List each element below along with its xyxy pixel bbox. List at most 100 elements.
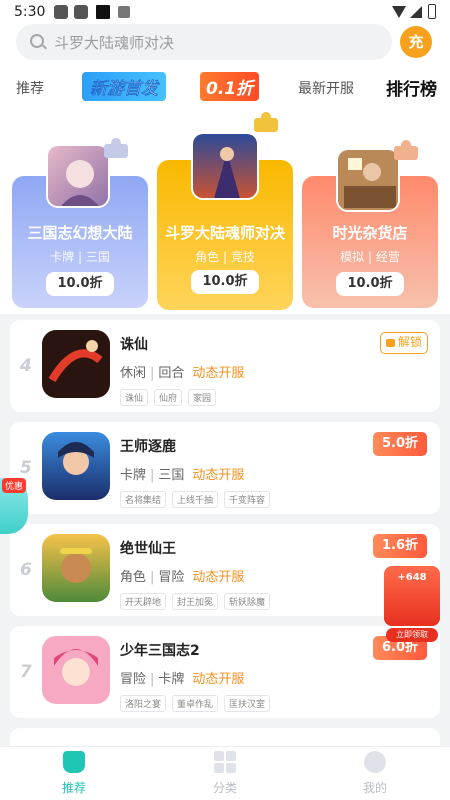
- list-item[interactable]: 5 王师逐鹿 卡牌 | 三国 动态开服 名将集结 上线千抽 千变阵容 5.0折: [10, 422, 440, 514]
- red-packet-claim-button[interactable]: 立即领取: [386, 628, 438, 642]
- tag-chips: 名将集结 上线千抽 千变阵容: [120, 488, 276, 508]
- podium-discount: 10.0折: [336, 272, 404, 296]
- tag-chip: 诛仙: [120, 389, 149, 406]
- tag-chip: 董卓作乱: [172, 695, 219, 712]
- tag-chips: 洛阳之宴 董卓作乱 匡扶汉室: [120, 692, 276, 712]
- crown-silver-icon: [102, 136, 130, 160]
- genre-label: 回合: [158, 366, 185, 381]
- tab-discount[interactable]: 0.1折: [200, 72, 260, 101]
- list-item[interactable]: 6 绝世仙王 角色 | 冒险 动态开服 开天辟地 封王加冕 斩妖除魔 1.6折: [10, 524, 440, 616]
- open-server-label: 动态开服: [192, 366, 245, 381]
- podium-title: 斗罗大陆魂师对决: [164, 224, 285, 242]
- tab-latest-servers[interactable]: 最新开服: [298, 78, 354, 98]
- genre-label: 卡牌: [120, 468, 147, 483]
- open-server-label: 动态开服: [192, 468, 245, 483]
- rank-number: 6: [20, 560, 32, 580]
- tag-chip: 上线千抽: [172, 491, 219, 508]
- game-icon: [336, 148, 400, 212]
- app-notification-icon: [74, 5, 88, 19]
- tag-chip: 洛阳之宴: [120, 695, 167, 712]
- game-icon: [42, 636, 110, 704]
- unlock-button[interactable]: 解锁: [380, 332, 428, 354]
- tag-chip: 斩妖除魔: [224, 593, 271, 610]
- nav-category[interactable]: 分类: [195, 751, 255, 796]
- game-icon: [191, 132, 259, 200]
- game-meta: 卡牌 | 三国 动态开服: [120, 468, 245, 483]
- genre-label: 冒险: [120, 672, 147, 687]
- game-name: 诛仙: [120, 337, 148, 353]
- search-placeholder: 斗罗大陆魂师对决: [54, 34, 175, 52]
- podium-tags: 卡牌 | 三国: [50, 250, 110, 264]
- game-name: 王师逐鹿: [120, 439, 176, 455]
- list-item[interactable]: 4 诛仙 休闲 | 回合 动态开服 诛仙 仙府 家园 解锁: [10, 320, 440, 412]
- battery-icon: [428, 4, 436, 19]
- tab-ranking[interactable]: 排行榜: [386, 75, 437, 100]
- tag-chip: 匡扶汉室: [224, 695, 271, 712]
- genre-label: 卡牌: [158, 672, 185, 687]
- game-name: 少年三国志2: [120, 643, 200, 659]
- open-server-label: 动态开服: [192, 672, 245, 687]
- wifi-icon: [392, 6, 406, 18]
- podium-discount: 10.0折: [191, 270, 259, 294]
- tag-chip: 开天辟地: [120, 593, 167, 610]
- game-meta: 休闲 | 回合 动态开服: [120, 366, 245, 381]
- game-meta: 角色 | 冒险 动态开服: [120, 570, 245, 585]
- top-tabs: 推荐 新游首发 0.1折 最新开服 排行榜: [0, 70, 450, 106]
- search-bar[interactable]: 斗罗大陆魂师对决: [16, 24, 392, 60]
- genre-label: 冒险: [158, 570, 185, 585]
- status-time: 5:30: [14, 4, 46, 20]
- user-icon: [364, 751, 386, 773]
- list-item[interactable]: 7 少年三国志2 冒险 | 卡牌 动态开服 洛阳之宴 董卓作乱 匡扶汉室 6.0折: [10, 626, 440, 718]
- promo-float-button[interactable]: 优惠: [0, 478, 28, 534]
- podium-tags: 角色 | 竞技: [195, 250, 255, 264]
- tab-new-games[interactable]: 新游首发: [82, 72, 166, 101]
- crown-bronze-icon: [392, 138, 420, 162]
- promo-tag: 优惠: [2, 478, 27, 493]
- game-icon: [42, 534, 110, 602]
- discount-button[interactable]: 5.0折: [373, 432, 427, 456]
- grid-icon: [214, 751, 236, 773]
- font-notification-icon: [118, 6, 130, 18]
- genre-label: 角色: [120, 570, 147, 585]
- podium-tags: 模拟 | 经营: [340, 250, 400, 264]
- charge-button[interactable]: 充: [400, 26, 432, 58]
- nav-profile[interactable]: 我的: [345, 751, 405, 796]
- unlock-label: 解锁: [397, 335, 422, 349]
- signal-icon: [410, 6, 422, 18]
- discount-button[interactable]: 1.6折: [373, 534, 427, 558]
- open-server-label: 动态开服: [192, 570, 245, 585]
- tag-chip: 家园: [188, 389, 217, 406]
- rank-number: 5: [20, 458, 32, 478]
- game-icon: [42, 330, 110, 398]
- podium-title: 三国志幻想大陆: [27, 224, 133, 242]
- nav-label: 推荐: [61, 781, 86, 795]
- app-notification-icon: [96, 5, 110, 19]
- game-name: 绝世仙王: [120, 541, 176, 557]
- rank-number: 4: [20, 356, 32, 376]
- app-notification-icon: [54, 5, 68, 19]
- genre-label: 休闲: [120, 366, 147, 381]
- status-bar: 5:30: [0, 0, 450, 24]
- game-meta: 冒险 | 卡牌 动态开服: [120, 672, 245, 687]
- red-packet-float[interactable]: +648 立即领取: [384, 566, 440, 642]
- nav-label: 我的: [362, 781, 387, 795]
- tag-chip: 名将集结: [120, 491, 167, 508]
- tag-chips: 诛仙 仙府 家园: [120, 386, 222, 406]
- tag-chips: 开天辟地 封王加冕 斩妖除魔: [120, 590, 276, 610]
- podium-discount: 10.0折: [46, 272, 114, 296]
- game-icon: [42, 432, 110, 500]
- nav-label: 分类: [212, 781, 237, 795]
- crown-gold-icon: [252, 110, 280, 134]
- tab-recommend[interactable]: 推荐: [16, 78, 44, 98]
- nav-recommend[interactable]: 推荐: [44, 751, 104, 796]
- tag-chip: 千变阵容: [224, 491, 271, 508]
- bottom-nav: 推荐 分类 我的: [0, 746, 450, 800]
- rank-number: 7: [20, 662, 32, 682]
- tag-chip: 仙府: [154, 389, 183, 406]
- search-icon: [30, 34, 44, 48]
- lock-icon: [385, 338, 395, 347]
- podium-title: 时光杂货店: [332, 224, 408, 242]
- game-icon: [46, 144, 110, 208]
- home-icon: [63, 751, 85, 773]
- red-packet-amount: +648: [397, 572, 427, 583]
